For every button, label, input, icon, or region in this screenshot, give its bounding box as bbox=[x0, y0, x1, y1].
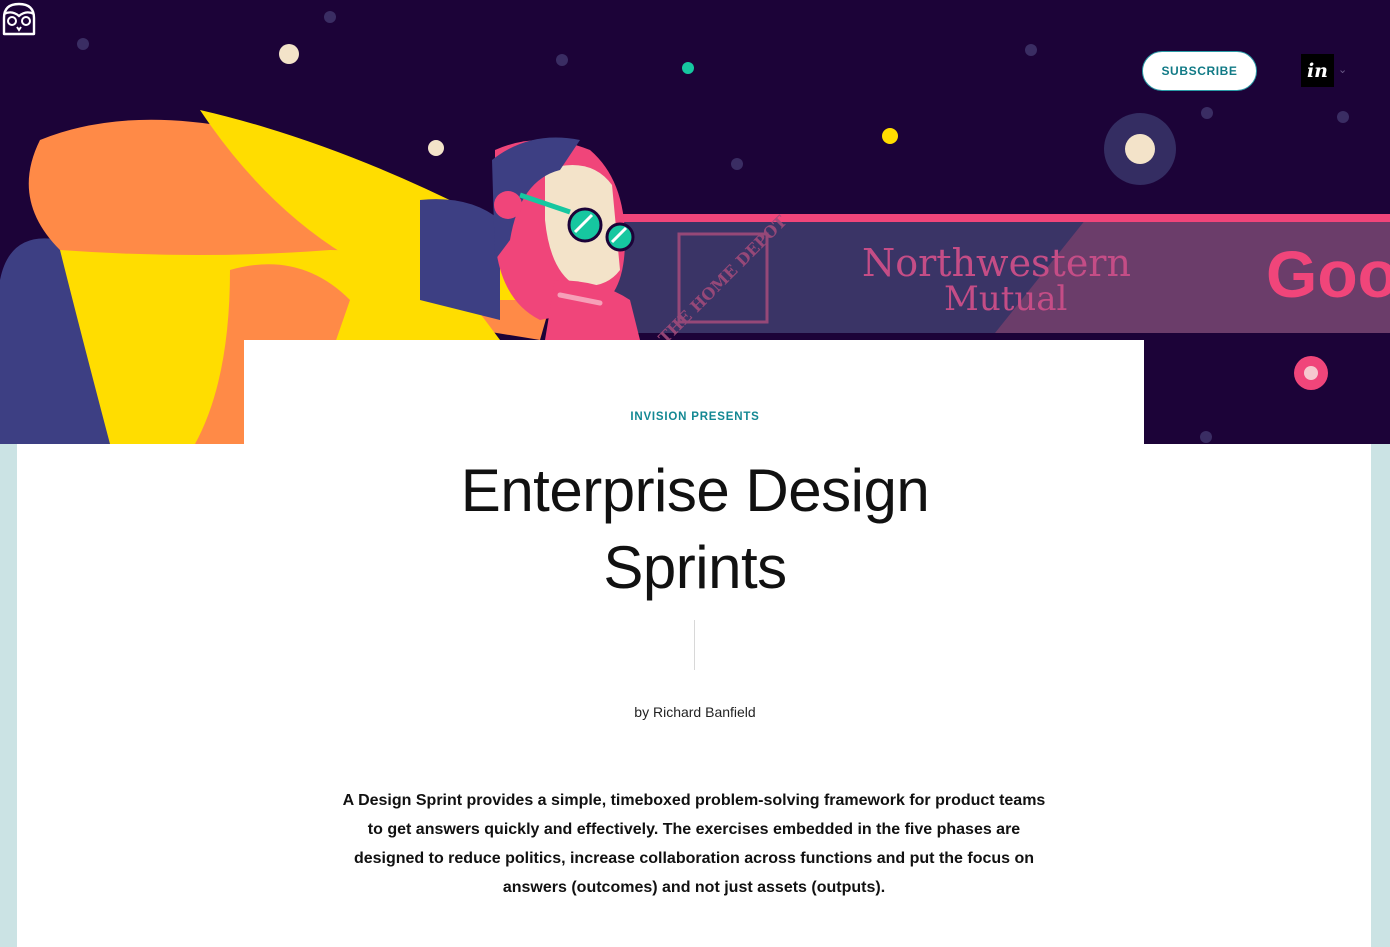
article-eyebrow: INVISION PRESENTS bbox=[630, 411, 760, 423]
subscribe-button[interactable]: SUBSCRIBE bbox=[1142, 51, 1257, 91]
article-byline: by Richard Banfield bbox=[634, 704, 756, 720]
page-title: Enterprise Design Sprints bbox=[460, 457, 930, 601]
title-card bbox=[244, 340, 1144, 450]
svg-text:Goo: Goo bbox=[1266, 237, 1390, 311]
sponsor-banner: THE HOME DEPOT Northwestern Mutual Goo bbox=[560, 212, 1390, 348]
title-divider bbox=[694, 620, 695, 670]
owl-logo-icon[interactable] bbox=[0, 0, 38, 38]
article-intro: A Design Sprint provides a simple, timeb… bbox=[342, 792, 1046, 896]
svg-text:Mutual: Mutual bbox=[944, 279, 1067, 319]
chevron-down-icon[interactable]: ⌄ bbox=[1338, 63, 1347, 76]
invision-logo[interactable]: in bbox=[1301, 54, 1334, 87]
